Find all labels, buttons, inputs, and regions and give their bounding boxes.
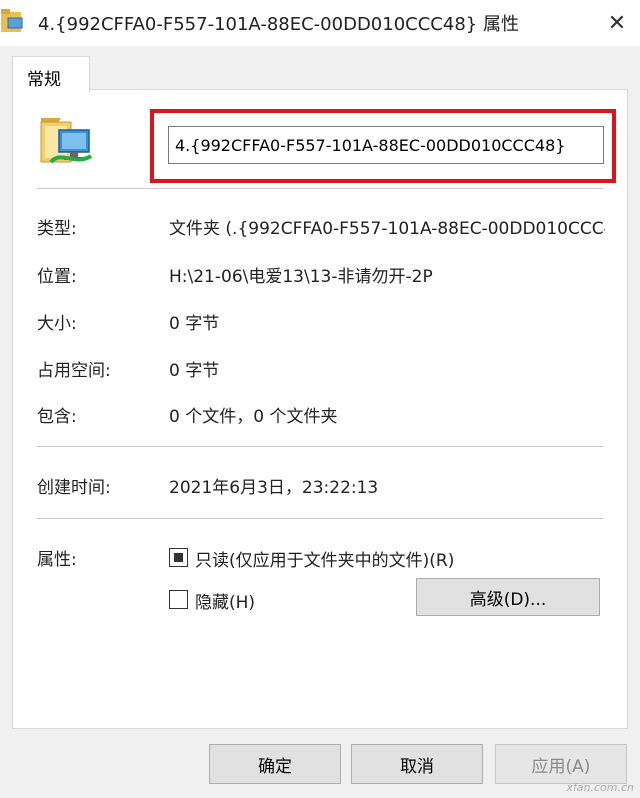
readonly-label[interactable]: 只读(仅应用于文件夹中的文件)(R) [195, 546, 454, 571]
location-value: H:\21-06\电爱13\13-非请勿开-2P [169, 267, 433, 287]
divider-middle [37, 446, 603, 447]
watermark: xfan.com.cn [566, 781, 634, 794]
network-folder-icon [40, 118, 93, 164]
contains-value: 0 个文件，0 个文件夹 [169, 407, 338, 427]
divider-top [37, 188, 603, 189]
folder-name-input[interactable] [168, 126, 604, 164]
readonly-checkbox[interactable] [169, 548, 188, 567]
indeterminate-mark [174, 553, 183, 562]
cancel-button[interactable]: 取消 [351, 744, 483, 784]
properties-dialog: 4.{992CFFA0-F557-101A-88EC-00DD010CCC48}… [0, 0, 640, 798]
title-bar: 4.{992CFFA0-F557-101A-88EC-00DD010CCC48}… [0, 0, 640, 46]
hidden-label[interactable]: 隐藏(H) [195, 588, 255, 613]
created-value: 2021年6月3日，23:22:13 [169, 478, 379, 498]
hidden-checkbox[interactable] [169, 590, 188, 609]
size-label: 大小: [37, 314, 77, 334]
size-on-disk-value: 0 字节 [169, 361, 220, 381]
advanced-button[interactable]: 高级(D)... [416, 578, 600, 616]
divider-bottom [37, 518, 603, 519]
close-button[interactable]: ✕ [594, 0, 640, 46]
apply-button[interactable]: 应用(A) [495, 744, 627, 784]
type-label: 类型: [37, 219, 77, 239]
folder-title-icon [1, 9, 23, 32]
tab-strip: 常规 [0, 46, 640, 92]
general-panel: 类型: 文件夹 (.{992CFFA0-F557-101A-88EC-00DD0… [12, 89, 628, 729]
created-label: 创建时间: [37, 478, 111, 498]
tab-general[interactable]: 常规 [12, 56, 90, 92]
type-value: 文件夹 (.{992CFFA0-F557-101A-88EC-00DD010CC… [169, 219, 605, 239]
ok-button[interactable]: 确定 [209, 744, 341, 784]
window-title: 4.{992CFFA0-F557-101A-88EC-00DD010CCC48}… [38, 14, 519, 35]
close-icon: ✕ [607, 10, 627, 36]
attributes-label: 属性: [37, 550, 77, 570]
contains-label: 包含: [37, 407, 77, 427]
size-on-disk-label: 占用空间: [37, 361, 111, 381]
location-label: 位置: [37, 267, 77, 287]
size-value: 0 字节 [169, 314, 220, 334]
